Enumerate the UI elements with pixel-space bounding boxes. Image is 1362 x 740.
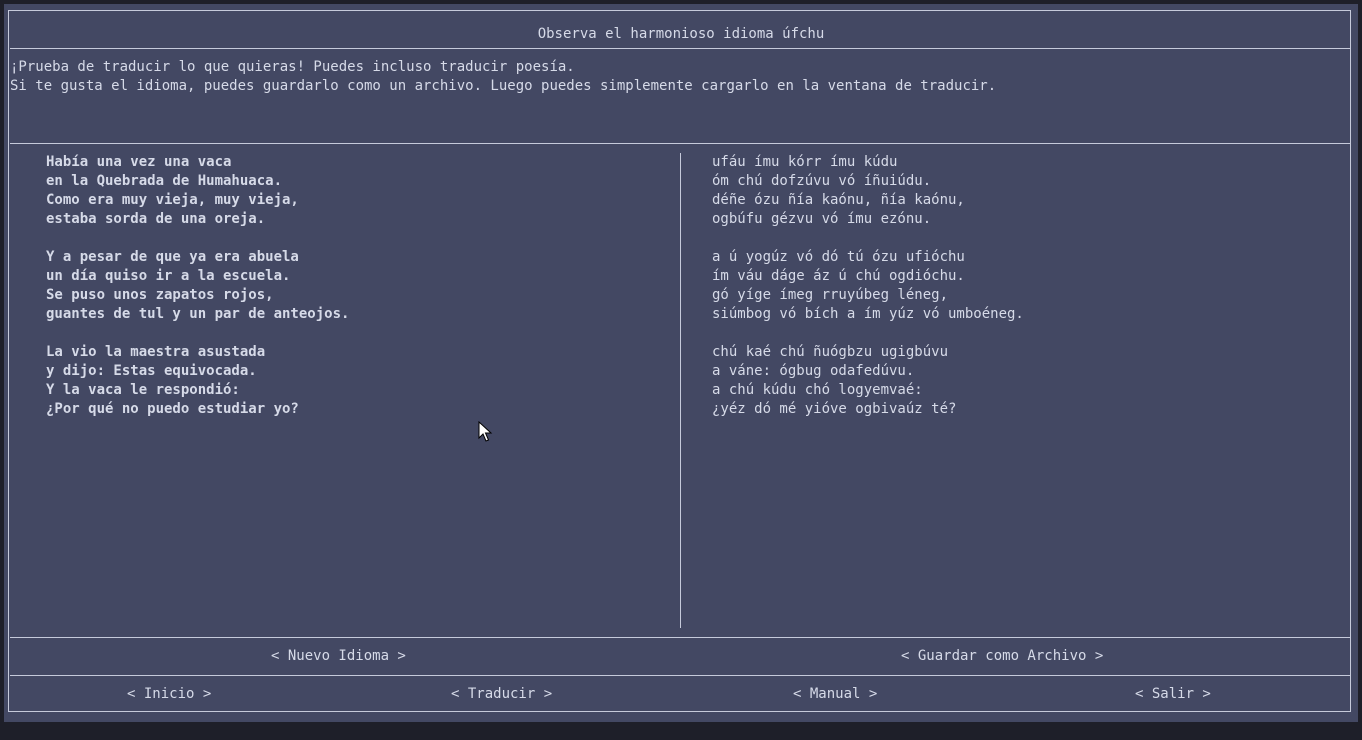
poem-line: estaba sorda de una oreja. [46, 211, 266, 227]
save-file-button[interactable]: < Guardar como Archivo > [901, 647, 1103, 666]
poem-line: chú kaé chú ñuógbzu ugigbúvu [712, 344, 949, 360]
poem-line: ogbúfu gézvu vó ímu ezónu. [712, 211, 932, 227]
poem-line [46, 229, 646, 248]
poem-line: ¿Por qué no puedo estudiar yo? [46, 401, 299, 417]
poem-line [46, 324, 646, 343]
home-button[interactable]: < Inicio > [127, 685, 211, 704]
poem-line: a ú yogúz vó dó tú ózu ufióchu [712, 249, 965, 265]
translated-poem-panel[interactable]: ufáu ímu kórr ímu kúdu óm chú dofzúvu vó… [712, 153, 1332, 419]
poem-line: Se puso unos zapatos rojos, [46, 287, 274, 303]
poem-line: a chú kúdu chó logyemvaé: [712, 382, 923, 398]
poem-line: ufáu ímu kórr ímu kúdu [712, 154, 898, 170]
new-language-button[interactable]: < Nuevo Idioma > [271, 647, 406, 666]
poem-line: óm chú dofzúvu vó íñuiúdu. [712, 173, 932, 189]
poem-line: ¿yéz dó mé yióve ogbivaúz té? [712, 401, 957, 417]
poem-line: Como era muy vieja, muy vieja, [46, 192, 299, 208]
mouse-pointer-icon [478, 421, 493, 442]
poem-line: ím váu dáge áz ú chú ogdióchu. [712, 268, 965, 284]
manual-button[interactable]: < Manual > [793, 685, 877, 704]
poem-line: Había una vez una vaca [46, 154, 232, 170]
poem-line: Y la vaca le respondió: [46, 382, 240, 398]
poem-line: un día quiso ir a la escuela. [46, 268, 291, 284]
poem-line: La vio la maestra asustada [46, 344, 266, 360]
intro-line: Si te gusta el idioma, puedes guardarlo … [10, 78, 997, 94]
intro-line: ¡Prueba de traducir lo que quieras! Pued… [10, 59, 575, 75]
poem-line: a váne: ógbug odafedúvu. [712, 363, 915, 379]
panel-divider [680, 153, 681, 628]
original-poem-panel[interactable]: Había una vez una vaca en la Quebrada de… [46, 153, 646, 419]
poem-line: guantes de tul y un par de anteojos. [46, 306, 350, 322]
poem-line [712, 229, 1332, 248]
translate-button[interactable]: < Traducir > [451, 685, 552, 704]
window-title: Observa el harmonioso idioma úfchu [537, 26, 825, 42]
intro-divider [10, 143, 1351, 144]
content-divider [10, 637, 1351, 638]
poem-line: Y a pesar de que ya era abuela [46, 249, 299, 265]
poem-line: en la Quebrada de Humahuaca. [46, 173, 283, 189]
poem-line: y dijo: Estas equivocada. [46, 363, 257, 379]
intro-text: ¡Prueba de traducir lo que quieras! Pued… [10, 58, 1340, 96]
poem-line: siúmbog vó bích a ím yúz vó umboéneg. [712, 306, 1024, 322]
poem-line: gó yíge ímeg rruyúbeg léneg, [712, 287, 949, 303]
poem-line: déñe ózu ñía kaónu, ñía kaónu, [712, 192, 965, 208]
poem-line [712, 324, 1332, 343]
exit-button[interactable]: < Salir > [1135, 685, 1211, 704]
actions-divider [10, 675, 1351, 676]
title-divider [10, 48, 1351, 49]
